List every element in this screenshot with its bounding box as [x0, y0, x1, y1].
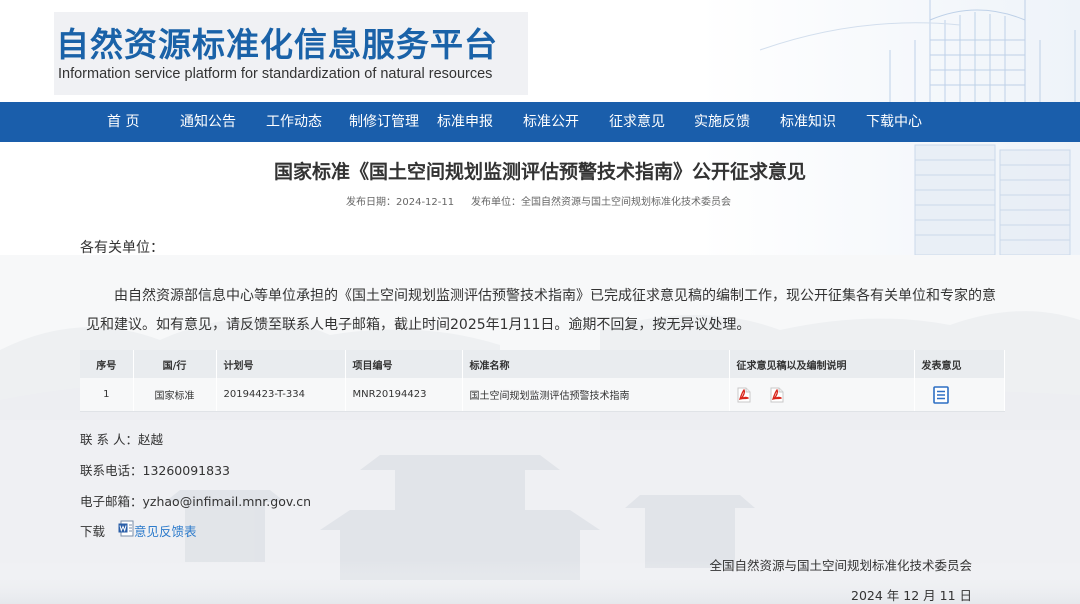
- publish-date: 发布日期：2024-12-11: [346, 197, 455, 208]
- article-body: 由自然资源部信息中心等单位承担的《国土空间规划监测评估预警技术指南》已完成征求意…: [86, 288, 996, 333]
- download-label: 下载: [80, 524, 106, 539]
- cell-no: 1: [80, 378, 134, 412]
- contact-person: 联 系 人：赵越: [80, 432, 163, 447]
- nav-implementation-feedback[interactable]: 实施反馈: [694, 102, 750, 142]
- cell-plan-no: 20194423-T-334: [216, 378, 346, 412]
- nav-work-news[interactable]: 工作动态: [266, 102, 322, 142]
- site-logo[interactable]: 自然资源标准化信息服务平台 Information service platfo…: [54, 12, 528, 95]
- nav-download-center[interactable]: 下载中心: [866, 102, 922, 142]
- cell-level: 国家标准: [133, 378, 217, 412]
- nav-standard-application[interactable]: 标准申报: [437, 102, 493, 142]
- table-row: 1 国家标准 20194423-T-334 MNR20194423 国土空间规划…: [80, 378, 1005, 412]
- nav-standard-knowledge[interactable]: 标准知识: [780, 102, 836, 142]
- col-header-project-no: 项目编号: [345, 350, 463, 378]
- signature-org: 全国自然资源与国土空间规划标准化技术委员会: [709, 558, 972, 573]
- nav-notices[interactable]: 通知公告: [180, 102, 236, 142]
- word-document-icon[interactable]: [118, 520, 134, 537]
- nav-home[interactable]: 首 页: [107, 102, 139, 142]
- col-header-comment: 发表意见: [914, 350, 1005, 378]
- col-header-no: 序号: [80, 350, 134, 378]
- logo-title-cn: 自然资源标准化信息服务平台: [56, 25, 498, 64]
- col-header-drafts: 征求意见稿以及编制说明: [729, 350, 915, 378]
- nav-standard-public[interactable]: 标准公开: [523, 102, 579, 142]
- document-list-icon[interactable]: [932, 385, 949, 404]
- pdf-icon[interactable]: [770, 387, 784, 403]
- publisher: 发布单位：全国自然资源与国土空间规划标准化技术委员会: [471, 197, 731, 208]
- nav-solicit-comments[interactable]: 征求意见: [609, 102, 665, 142]
- pdf-icon[interactable]: [737, 387, 751, 403]
- standard-name-link[interactable]: 国土空间规划监测评估预警技术指南: [462, 378, 730, 412]
- standards-table: 序号 国/行 计划号 项目编号 标准名称 征求意见稿以及编制说明 发表意见 1 …: [80, 350, 1005, 412]
- cell-project-no: MNR20194423: [345, 378, 463, 412]
- article-title: 国家标准《国土空间规划监测评估预警技术指南》公开征求意见: [273, 161, 806, 183]
- col-header-standard-name: 标准名称: [462, 350, 730, 378]
- signature-date: 2024 年 12 月 11 日: [851, 588, 972, 603]
- contact-email: 电子邮箱：yzhao@infimail.mnr.gov.cn: [80, 494, 312, 509]
- feedback-form-link[interactable]: 意见反馈表: [134, 521, 197, 540]
- greeting: 各有关单位：: [80, 240, 164, 256]
- cell-comment: [914, 378, 1005, 412]
- cell-draft-files: [729, 378, 915, 412]
- table-header-row: 序号 国/行 计划号 项目编号 标准名称 征求意见稿以及编制说明 发表意见: [80, 350, 1005, 378]
- col-header-plan-no: 计划号: [216, 350, 346, 378]
- nav-revision-management[interactable]: 制修订管理: [349, 102, 419, 142]
- col-header-level: 国/行: [133, 350, 217, 378]
- logo-title-en: Information service platform for standar…: [58, 66, 493, 82]
- contact-phone: 联系电话：13260091833: [80, 463, 230, 478]
- main-nav: 首 页 通知公告 工作动态 制修订管理 标准申报 标准公开 征求意见 实施反馈 …: [0, 102, 1080, 142]
